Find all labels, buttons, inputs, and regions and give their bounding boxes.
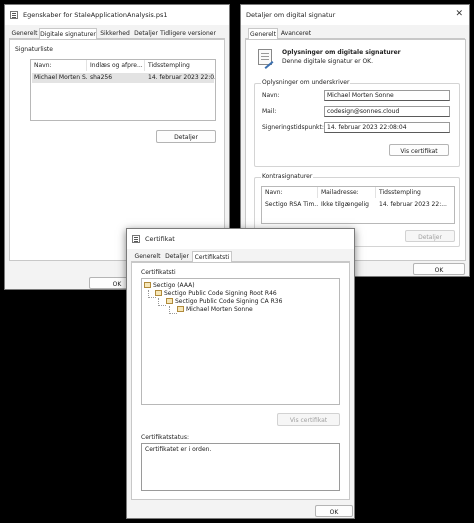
tab-sikkerhed[interactable]: Sikkerhed [98, 28, 132, 39]
signature-details-title: Detaljer om digital signatur [246, 11, 336, 19]
signature-list-label: Signaturliste [15, 46, 53, 53]
signature-details-titlebar[interactable]: Detaljer om digital signatur ✕ [241, 5, 469, 25]
details-button[interactable]: Detaljer [156, 130, 216, 143]
signature-document-icon [258, 49, 272, 65]
file-icon [10, 11, 18, 19]
certificate-titlebar[interactable]: Certifikat [127, 229, 354, 249]
column-header-digest[interactable]: Indlæs og afpre... [87, 60, 145, 71]
certificate-icon [144, 282, 151, 288]
tab-tidligere-versioner[interactable]: Tidligere versioner [160, 28, 216, 39]
certificate-icon [166, 298, 173, 304]
counter-details-button[interactable]: Detaljer [405, 230, 455, 242]
signing-time-label: Signeringstidspunkt: [262, 124, 324, 131]
mail-label: Mail: [262, 108, 277, 115]
certificate-path-label: Certifikatsti [141, 269, 176, 276]
signing-time-field[interactable]: 14. februar 2023 22:08:04 [324, 122, 450, 133]
counter-row-name[interactable]: Sectigo RSA Tim... [262, 200, 318, 210]
counter-row-mail[interactable]: Ikke tilgængelig [318, 200, 376, 210]
tree-item-leaf[interactable]: Michael Morten Sonne [177, 306, 253, 313]
view-certificate-button[interactable]: Vis certifikat [389, 144, 449, 156]
certificate-status-box[interactable]: Certifikatet er i orden. [141, 443, 340, 491]
countersignature-list[interactable]: Navn: Mailadresse: Tidsstempling Sectigo… [261, 186, 455, 224]
mail-field[interactable]: codesign@sonnes.cloud [324, 106, 450, 117]
column-header-name[interactable]: Navn: [31, 60, 87, 71]
column-header-timestamp[interactable]: Tidsstempling [145, 60, 215, 71]
counter-header-mail[interactable]: Mailadresse: [318, 187, 376, 198]
signature-info-subtitle: Denne digitale signatur er OK. [282, 58, 374, 65]
tree-item-intermediate-ca[interactable]: Sectigo Public Code Signing CA R36 [166, 298, 282, 305]
signer-info-group: Oplysninger om underskriver Navn: Michae… [254, 79, 460, 167]
tree-connector [158, 298, 166, 306]
certificate-icon [132, 235, 140, 243]
signer-info-group-title: Oplysninger om underskriver [261, 79, 351, 86]
properties-tabs: Generelt Digitale signaturer Sikkerhed D… [9, 28, 225, 40]
certificate-icon [155, 290, 162, 296]
signature-list[interactable]: Navn: Indlæs og afpre... Tidsstempling M… [30, 59, 216, 121]
row-digest-cell: sha256 [90, 74, 113, 81]
signature-details-ok-button[interactable]: OK [413, 263, 465, 275]
certificate-path-panel: Certifikatsti Sectigo (AAA) Sectigo Publ… [131, 262, 350, 500]
tree-connector [169, 306, 177, 314]
row-timestamp-cell: 14. februar 2023 22:0... [148, 74, 216, 81]
signature-info-title: Oplysninger om digitale signaturer [282, 49, 401, 56]
certificate-path-tree[interactable]: Sectigo (AAA) Sectigo Public Code Signin… [141, 278, 340, 405]
certificate-window: Certifikat Generelt Detaljer Certifikats… [126, 228, 355, 519]
certificate-icon [177, 306, 184, 312]
tree-item-root-ca[interactable]: Sectigo Public Code Signing Root R46 [155, 290, 277, 297]
counter-row-timestamp[interactable]: 14. februar 2023 22:... [376, 200, 454, 210]
tab-avanceret[interactable]: Avanceret [279, 28, 313, 39]
tab-generelt[interactable]: Generelt [11, 28, 38, 39]
name-label: Navn: [262, 92, 280, 99]
certificate-status-label: Certifikatstatus: [141, 434, 190, 441]
row-name-cell: Michael Morten S... [34, 74, 87, 81]
certificate-ok-button[interactable]: OK [315, 505, 353, 517]
properties-titlebar[interactable]: Egenskaber for StaleApplicationAnalysis.… [5, 5, 229, 25]
tab-generelt[interactable]: Generelt [133, 251, 162, 262]
certificate-tabs: Generelt Detaljer Certifikatsti [131, 251, 350, 263]
tab-detaljer[interactable]: Detaljer [132, 28, 160, 39]
signature-details-tabs: Generelt Avanceret [245, 28, 465, 40]
countersignatures-group-title: Kontrasignaturer [261, 173, 314, 180]
name-field[interactable]: Michael Morten Sonne [324, 90, 450, 101]
counter-header-name[interactable]: Navn: [262, 187, 318, 198]
close-icon[interactable]: ✕ [455, 9, 463, 19]
tab-detaljer[interactable]: Detaljer [163, 251, 191, 262]
tree-item-root[interactable]: Sectigo (AAA) [144, 282, 195, 289]
certificate-title: Certifikat [145, 235, 175, 243]
view-certificate-button[interactable]: Vis certifikat [277, 413, 340, 426]
properties-title: Egenskaber for StaleApplicationAnalysis.… [23, 11, 168, 19]
counter-header-timestamp[interactable]: Tidsstempling [376, 187, 454, 198]
